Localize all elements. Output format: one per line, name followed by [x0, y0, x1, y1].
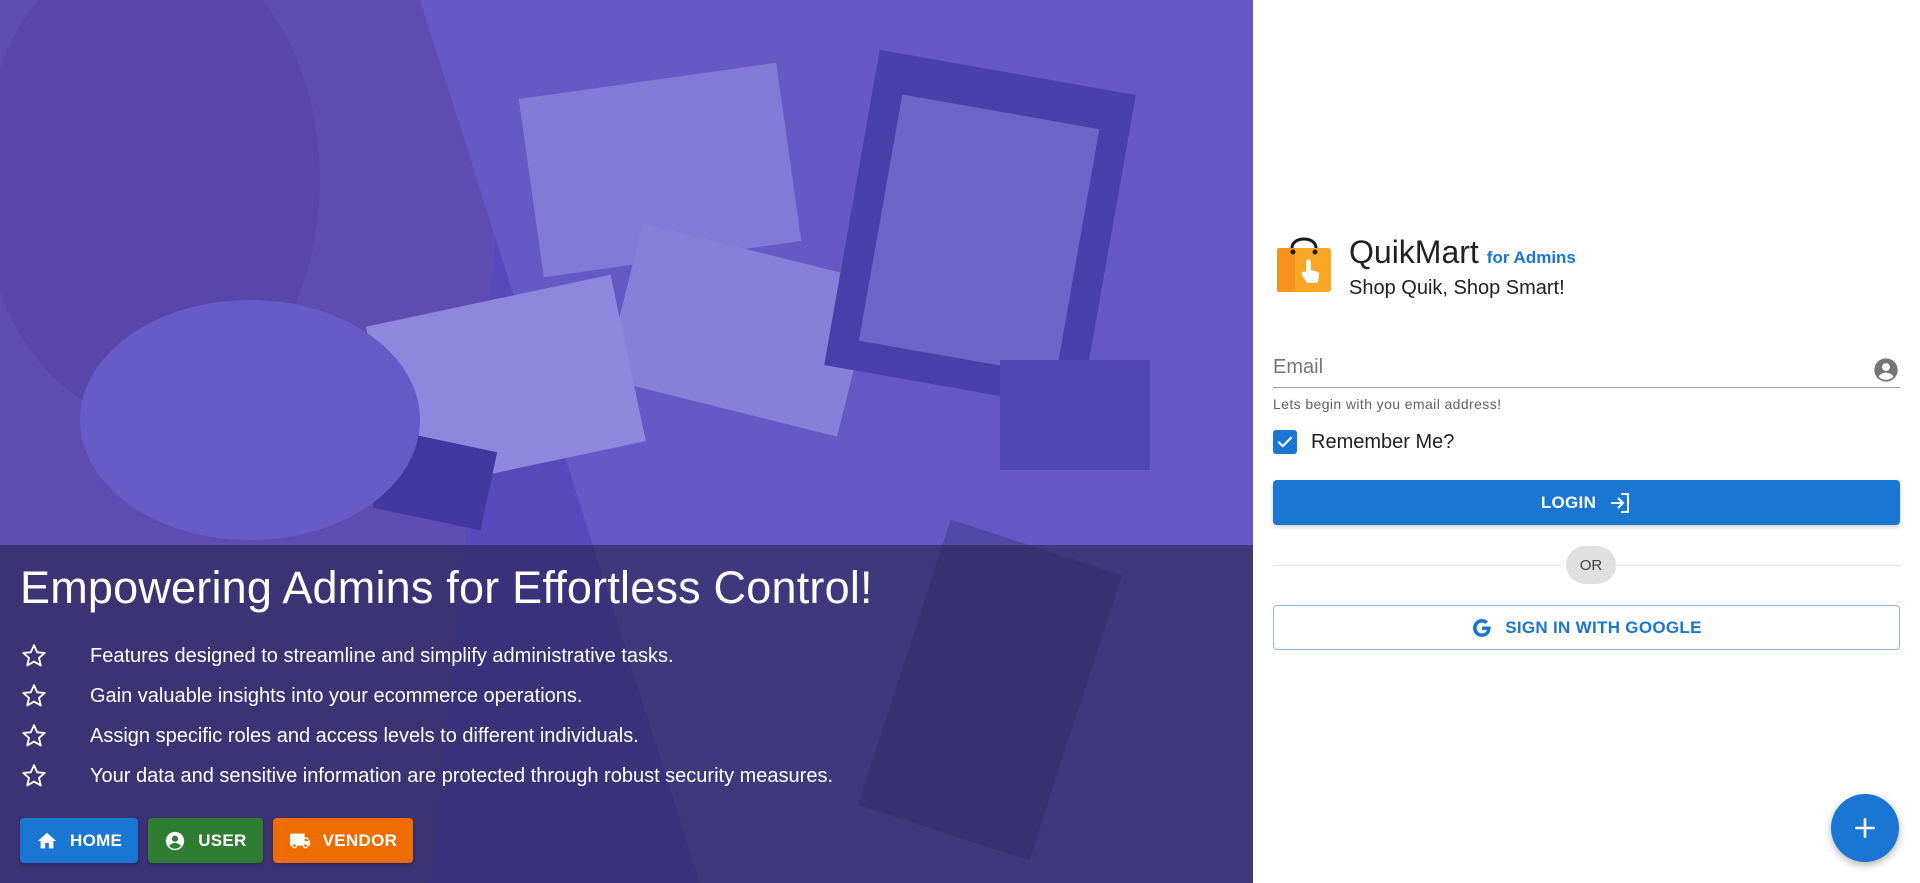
star-outline-icon — [20, 762, 48, 790]
vendor-button-label: VENDOR — [322, 830, 398, 850]
brand-subtitle: for Admins — [1486, 248, 1576, 267]
home-icon — [36, 830, 58, 852]
divider-line — [1612, 565, 1900, 566]
email-field-wrapper — [1273, 350, 1900, 388]
or-divider: OR — [1273, 546, 1900, 584]
google-icon — [1471, 617, 1493, 639]
feature-text: Gain valuable insights into your ecommer… — [90, 684, 583, 707]
remember-me-label: Remember Me? — [1311, 430, 1455, 453]
account-circle-icon — [1872, 356, 1900, 384]
list-item: Features designed to streamline and simp… — [20, 636, 833, 676]
hero-title: Empowering Admins for Effortless Control… — [20, 562, 873, 613]
account-circle-icon — [164, 830, 186, 852]
vendor-button[interactable]: VENDOR — [272, 818, 414, 863]
list-item: Gain valuable insights into your ecommer… — [20, 676, 833, 716]
list-item: Assign specific roles and access levels … — [20, 716, 833, 756]
google-signin-button[interactable]: SIGN IN WITH GOOGLE — [1273, 605, 1900, 650]
user-button[interactable]: USER — [148, 818, 263, 863]
email-hint: Lets begin with you email address! — [1273, 396, 1502, 412]
plus-icon — [1855, 818, 1875, 838]
home-button-label: HOME — [70, 830, 123, 850]
add-fab-button[interactable] — [1831, 794, 1899, 862]
brand-header: QuikMart for Admins Shop Quik, Shop Smar… — [1273, 232, 1576, 300]
feature-text: Your data and sensitive information are … — [90, 764, 834, 787]
login-button-label: LOGIN — [1540, 492, 1597, 512]
list-item: Your data and sensitive information are … — [20, 756, 833, 796]
truck-icon — [289, 830, 311, 852]
brand-tagline: Shop Quik, Shop Smart! — [1349, 277, 1565, 299]
feature-list: Features designed to streamline and simp… — [20, 636, 833, 796]
feature-text: Assign specific roles and access levels … — [90, 724, 639, 747]
home-button[interactable]: HOME — [20, 818, 139, 863]
checkbox-checked-icon[interactable] — [1273, 430, 1297, 454]
star-outline-icon — [20, 682, 48, 710]
remember-me-checkbox[interactable]: Remember Me? — [1273, 430, 1454, 454]
divider-line — [1273, 565, 1561, 566]
login-panel: QuikMart for Admins Shop Quik, Shop Smar… — [1253, 0, 1920, 883]
star-outline-icon — [20, 642, 48, 670]
star-outline-icon — [20, 722, 48, 750]
brand-name: QuikMart — [1349, 234, 1479, 270]
google-signin-label: SIGN IN WITH GOOGLE — [1505, 617, 1702, 637]
brand-name-row: QuikMart for Admins — [1349, 234, 1576, 271]
role-nav-buttons: HOME USER VENDOR — [20, 818, 414, 863]
shopping-bag-icon — [1273, 232, 1335, 296]
user-button-label: USER — [198, 830, 247, 850]
hero-banner: Empowering Admins for Effortless Control… — [0, 0, 1253, 883]
email-field[interactable] — [1273, 350, 1900, 388]
login-icon — [1608, 491, 1632, 515]
or-chip: OR — [1566, 546, 1616, 584]
feature-text: Features designed to streamline and simp… — [90, 644, 674, 667]
login-button[interactable]: LOGIN — [1273, 480, 1900, 525]
